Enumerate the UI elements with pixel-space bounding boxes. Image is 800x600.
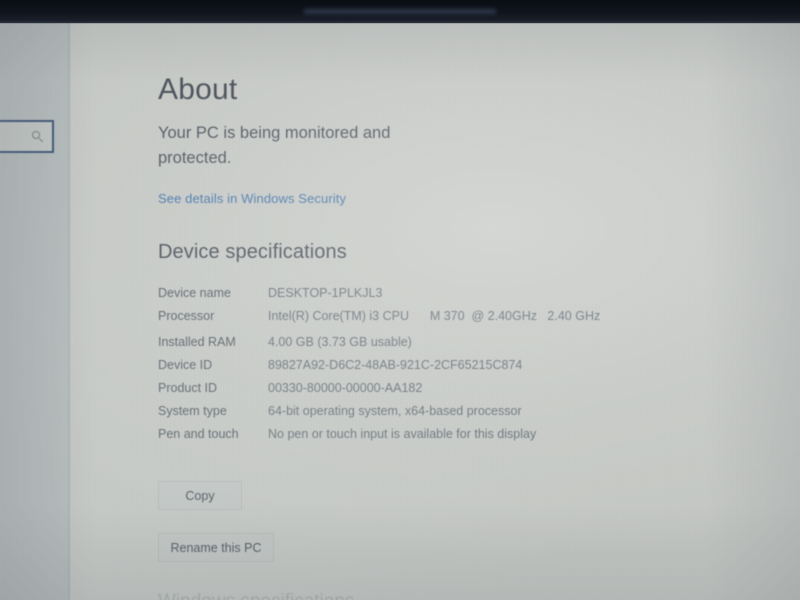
windows-security-link[interactable]: See details in Windows Security	[158, 191, 346, 206]
spec-label: Device name	[158, 286, 231, 300]
spec-value: 64-bit operating system, x64-based proce…	[268, 404, 522, 418]
device-specifications-table: Device name DESKTOP-1PLKJL3 Processor In…	[158, 285, 778, 449]
page-title: About	[158, 73, 238, 106]
spec-label: Product ID	[158, 381, 218, 395]
settings-window: About Your PC is being monitored and pro…	[0, 23, 800, 600]
spec-row-device-name: Device name DESKTOP-1PLKJL3	[158, 285, 778, 302]
search-icon	[32, 130, 44, 143]
spec-row-installed-ram: Installed RAM 4.00 GB (3.73 GB usable)	[158, 334, 778, 351]
search-input[interactable]	[0, 120, 54, 153]
spec-label: Processor	[158, 309, 215, 323]
spec-row-device-id: Device ID 89827A92-D6C2-48AB-921C-2CF652…	[158, 357, 778, 374]
spec-row-pen-and-touch: Pen and touch No pen or touch input is a…	[158, 426, 778, 443]
rename-this-pc-button[interactable]: Rename this PC	[158, 533, 274, 562]
spec-row-processor: Processor Intel(R) Core(TM) i3 CPU M 370…	[158, 308, 778, 325]
spec-row-product-id: Product ID 00330-80000-00000-AA182	[158, 380, 778, 397]
spec-value: 4.00 GB (3.73 GB usable)	[268, 335, 412, 349]
copy-button[interactable]: Copy	[158, 481, 242, 510]
spec-label: Device ID	[158, 358, 213, 372]
laptop-screen-photo: About Your PC is being monitored and pro…	[0, 0, 800, 600]
spec-label: System type	[158, 404, 227, 418]
protection-status-text: Your PC is being monitored and protected…	[158, 124, 391, 167]
spec-label: Pen and touch	[158, 427, 239, 441]
spec-row-system-type: System type 64-bit operating system, x64…	[158, 403, 778, 420]
spec-label: Installed RAM	[158, 335, 236, 349]
spec-value: 89827A92-D6C2-48AB-921C-2CF65215C874	[268, 358, 523, 372]
device-specifications-heading: Device specifications	[158, 241, 347, 263]
settings-nav-pane	[0, 23, 70, 600]
windows-specifications-heading: Windows specifications	[158, 591, 354, 600]
spec-value: DESKTOP-1PLKJL3	[268, 286, 383, 300]
spec-value: No pen or touch input is available for t…	[268, 427, 537, 441]
spec-value: Intel(R) Core(TM) i3 CPU M 370 @ 2.40GHz…	[268, 309, 601, 323]
laptop-bezel-top	[0, 0, 800, 23]
spec-value: 00330-80000-00000-AA182	[268, 381, 423, 395]
settings-content-pane: About Your PC is being monitored and pro…	[70, 23, 800, 600]
